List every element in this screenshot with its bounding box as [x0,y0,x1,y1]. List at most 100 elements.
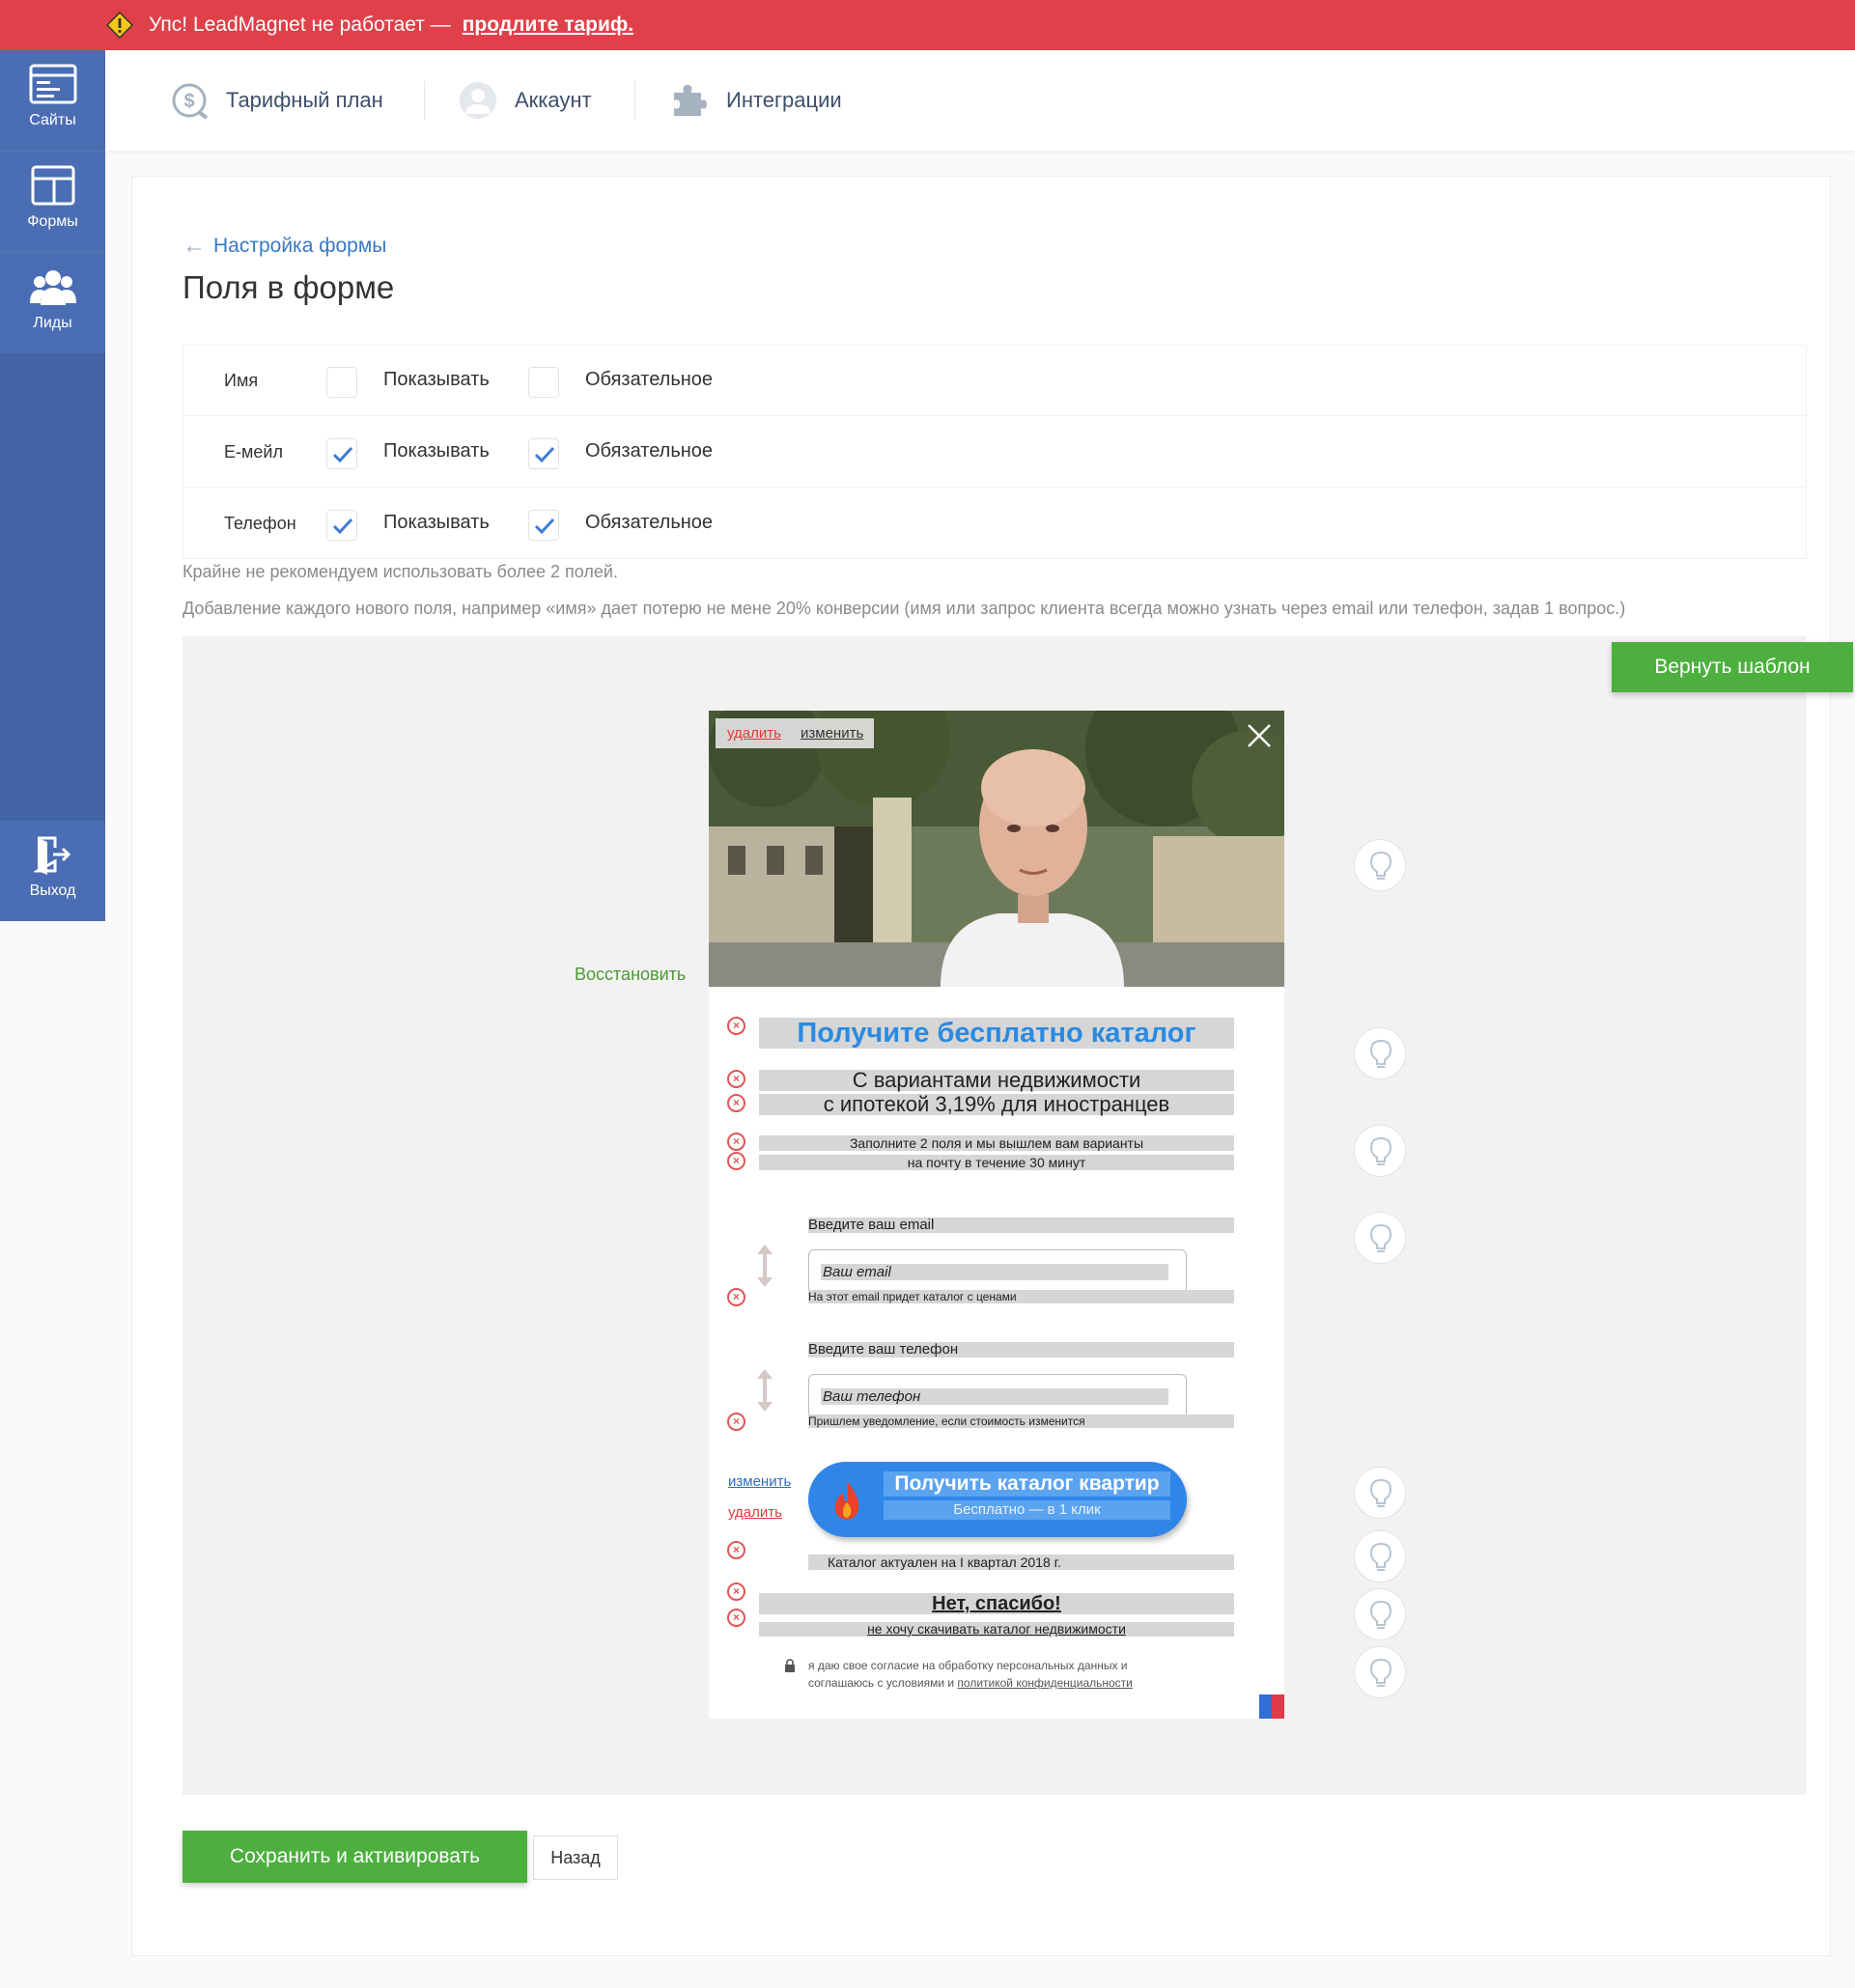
tip-bulb-button[interactable] [1354,1212,1406,1264]
field-row-email: Е-мейл Показывать Обязательное [183,417,1806,488]
show-checkbox[interactable] [326,510,357,541]
cta-delete-link[interactable]: удалить [728,1504,782,1521]
drag-sort-icon[interactable] [757,1245,773,1287]
restore-link[interactable]: Восстановить [575,965,686,985]
back-link-label: Настройка формы [213,235,387,257]
tip-bulb-button[interactable] [1354,839,1406,891]
remove-icon[interactable]: × [727,1582,745,1601]
plan-dollar-icon: $ [172,83,209,120]
field-name: Е-мейл [224,442,283,462]
tip-bulb-button[interactable] [1354,1530,1406,1582]
sidebar: Сайты Формы Лиды Выход [0,50,105,921]
email-input[interactable]: Ваш email [808,1249,1187,1294]
cta-title: Получить каталог квартир [884,1471,1170,1497]
nav-item-label: Аккаунт [515,88,592,112]
checkmark-icon [332,518,353,535]
remove-icon[interactable]: × [727,1094,745,1112]
remove-icon[interactable]: × [727,1288,745,1306]
required-checkbox[interactable] [528,510,559,541]
content-card: ← Настройка формы Поля в форме Имя Показ… [131,176,1853,1956]
consent-text: я даю свое согласие на обработку персона… [808,1657,1214,1692]
extend-plan-link[interactable]: продлите тариф. [463,14,633,37]
save-and-activate-button[interactable]: Сохранить и активировать [183,1831,527,1883]
show-label: Показывать [383,440,490,462]
checkmark-icon [534,518,555,535]
lightbulb-icon [1369,1039,1392,1068]
catalog-note[interactable]: Каталог актуален на I квартал 2018 г. [808,1554,1234,1570]
remove-icon[interactable]: × [727,1133,745,1151]
lightbulb-icon [1369,1223,1392,1252]
sidebar-item-forms[interactable]: Формы [0,152,105,252]
form-layout-icon [31,165,74,206]
account-avatar-icon [460,82,496,119]
remove-icon[interactable]: × [727,1017,745,1035]
no-thanks-subtext[interactable]: не хочу скачивать каталог недвижимости [759,1622,1234,1637]
lightbulb-icon [1369,1542,1392,1571]
remove-icon[interactable]: × [727,1152,745,1170]
fields-table: Имя Показывать Обязательное Е-мейл Показ… [183,345,1807,559]
nav-item-integrations[interactable]: Интеграции [670,50,842,151]
form-description[interactable]: Заполните 2 поля и мы вышлем вам вариант… [759,1135,1234,1151]
svg-text:$: $ [183,91,194,112]
browser-window-icon [29,64,76,104]
nav-item-label: Интеграции [726,88,842,112]
nav-item-plan[interactable]: $ Тарифный план [170,50,383,151]
sidebar-item-sites[interactable]: Сайты [0,50,105,151]
header-photo: удалить изменить [709,711,1284,987]
required-label: Обязательное [585,440,714,462]
remove-icon[interactable]: × [727,1541,745,1559]
form-description[interactable]: на почту в течение 30 минут [759,1155,1234,1170]
lead-form-widget: удалить изменить × × × × × × × × × × Пол… [709,711,1284,1719]
email-help-text[interactable]: На этот email придет каталог с ценами [808,1290,1234,1303]
email-field-label[interactable]: Введите ваш email [808,1218,1234,1233]
alert-text: Упс! LeadMagnet не работает — [149,14,451,36]
cta-edit-link[interactable]: изменить [728,1473,791,1490]
warning-icon [106,12,133,39]
cta-button[interactable]: Получить каталог квартир Бесплатно — в 1… [808,1462,1187,1537]
puzzle-icon [674,85,707,116]
tip-bulb-button[interactable] [1354,1467,1406,1519]
nav-item-account[interactable]: Аккаунт [459,50,592,151]
remove-icon[interactable]: × [727,1609,745,1627]
tip-bulb-button[interactable] [1354,1646,1406,1698]
lightbulb-icon [1369,1136,1392,1165]
person-photo-image [709,711,1284,987]
show-checkbox[interactable] [326,367,357,398]
required-checkbox[interactable] [528,438,559,469]
lightbulb-icon [1369,851,1392,880]
back-button[interactable]: Назад [533,1835,618,1880]
show-label: Показывать [383,512,490,533]
tip-bulb-button[interactable] [1354,1125,1406,1177]
photo-delete-link[interactable]: удалить [727,725,781,742]
no-thanks-link[interactable]: Нет, спасибо! [759,1593,1234,1614]
reset-template-button[interactable]: Вернуть шаблон [1612,642,1853,692]
form-headline[interactable]: Получите бесплатно каталог [759,1018,1234,1049]
field-name: Имя [224,371,259,390]
phone-help-text[interactable]: Пришлем уведомление, если стоимость изме… [808,1414,1234,1428]
close-icon[interactable] [1246,722,1273,749]
checkmark-icon [534,446,555,463]
consent-line-2: соглашаюсь с условиями и [808,1676,955,1690]
phone-field-label[interactable]: Введите ваш телефон [808,1342,1234,1358]
sidebar-item-leads[interactable]: Лиды [0,253,105,353]
remove-icon[interactable]: × [727,1070,745,1088]
show-checkbox[interactable] [326,438,357,469]
sidebar-item-logout[interactable]: Выход [0,821,105,921]
phone-input[interactable]: Ваш телефон [808,1374,1187,1418]
top-navigation: $ Тарифный план Аккаунт Интеграции [105,50,1855,151]
form-subtitle[interactable]: с ипотекой 3,19% для иностранцев [759,1094,1234,1115]
form-subtitle[interactable]: С вариантами недвижимости [759,1070,1234,1091]
photo-edit-link[interactable]: изменить [801,725,863,742]
privacy-policy-link[interactable]: политикой конфиденциальности [957,1676,1132,1690]
tip-bulb-button[interactable] [1354,1588,1406,1640]
show-label: Показывать [383,369,490,390]
form-preview-area: Вернуть шаблон Восстановить удалить изме… [183,636,1853,1795]
back-to-form-settings-link[interactable]: ← Настройка формы [183,233,386,260]
divider [424,81,425,120]
sidebar-item-label: Сайты [29,112,76,128]
required-checkbox[interactable] [528,367,559,398]
tip-bulb-button[interactable] [1354,1027,1406,1079]
remove-icon[interactable]: × [727,1413,745,1431]
drag-sort-icon[interactable] [757,1369,773,1412]
photo-tools: удалить изменить [716,718,874,748]
